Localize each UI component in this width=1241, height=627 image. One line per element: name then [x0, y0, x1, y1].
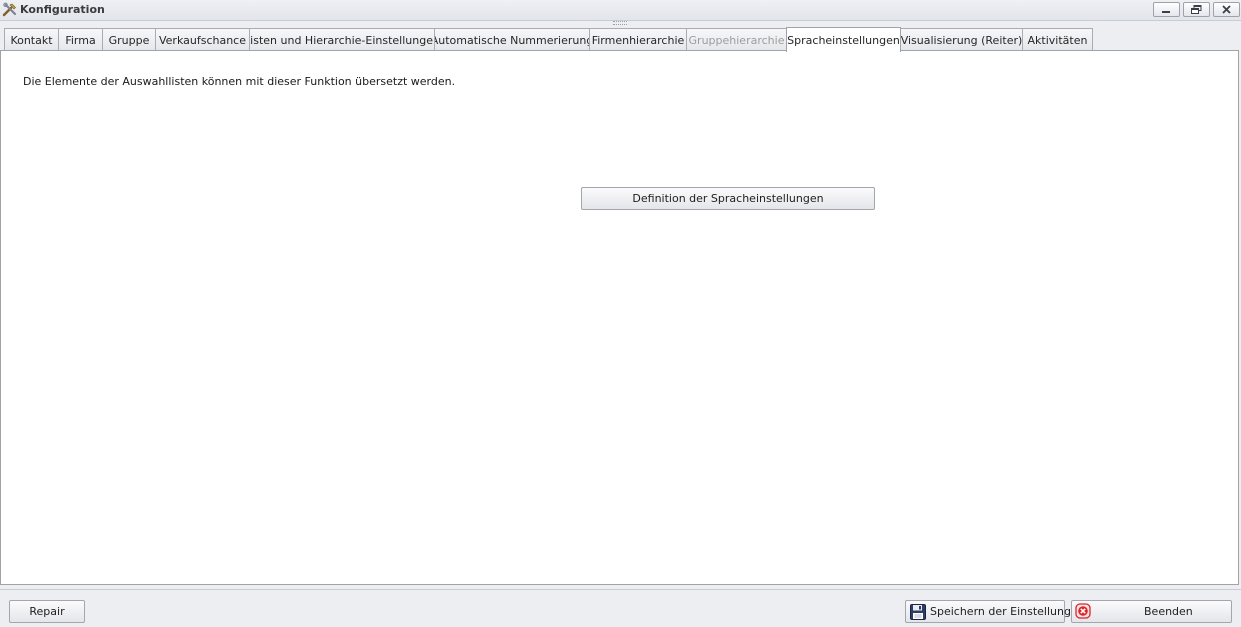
minimize-button[interactable] [1153, 2, 1180, 17]
tools-icon [2, 2, 18, 18]
tab-label: Firma [65, 33, 96, 47]
tab-label: Firmenhierarchie [591, 33, 685, 47]
tab-strip: Kontakt Firma Gruppe Verkaufschance List… [0, 27, 1241, 52]
tab-label: Gruppe [108, 33, 150, 47]
tab-label: Listen und Hierarchie-Einstellungen [249, 33, 435, 47]
tab-label: Verkaufschance [158, 33, 246, 47]
tab-label: Gruppehierarchie [688, 33, 785, 47]
repair-button[interactable]: Repair [9, 600, 85, 623]
minimize-icon [1162, 11, 1170, 13]
tab-label: Automatische Nummerierung [434, 33, 590, 47]
configuration-window: Konfiguration Kontakt Firma Gruppe Verka… [0, 0, 1241, 627]
panel-grip-handle[interactable] [613, 21, 627, 25]
tab-firmenhierarchie[interactable]: Firmenhierarchie [589, 28, 687, 51]
footer-bar: Repair Speichern der Einstellungen Beend… [0, 589, 1241, 627]
tab-verkaufschance[interactable]: Verkaufschance [155, 28, 250, 51]
tab-spracheinstellungen[interactable]: Spracheinstellungen [786, 27, 901, 52]
title-bar[interactable]: Konfiguration [0, 0, 1241, 21]
close-circle-icon [1075, 602, 1093, 621]
save-button-label: Speichern der Einstellungen [930, 605, 1085, 618]
define-button-label: Definition der Spracheinstellungen [632, 192, 824, 205]
exit-button-label: Beenden [1144, 605, 1193, 618]
tab-aktivitaeten[interactable]: Aktivitäten [1022, 28, 1093, 51]
tab-gruppehierarchie: Gruppehierarchie [686, 28, 787, 51]
close-icon [1222, 5, 1231, 14]
tab-label: Spracheinstellungen [787, 33, 900, 47]
tab-label: Visualisierung (Reiter) [900, 33, 1023, 47]
tab-firma[interactable]: Firma [58, 28, 103, 51]
panel-description: Die Elemente der Auswahllisten können mi… [23, 75, 456, 88]
tab-label: Aktivitäten [1027, 33, 1088, 47]
define-language-settings-button[interactable]: Definition der Spracheinstellungen [581, 187, 875, 210]
tab-kontakt[interactable]: Kontakt [4, 28, 59, 51]
window-title: Konfiguration [20, 3, 105, 16]
tab-listen-hierarchie[interactable]: Listen und Hierarchie-Einstellungen [249, 28, 435, 51]
exit-button[interactable]: Beenden [1071, 600, 1232, 623]
close-button[interactable] [1213, 2, 1240, 17]
tab-gruppe[interactable]: Gruppe [102, 28, 156, 51]
restore-button[interactable] [1183, 2, 1210, 17]
restore-icon [1191, 5, 1202, 14]
tab-automatische-nummerierung[interactable]: Automatische Nummerierung [434, 28, 590, 51]
tab-visualisierung[interactable]: Visualisierung (Reiter) [900, 28, 1023, 51]
repair-button-label: Repair [29, 605, 65, 618]
save-settings-button[interactable]: Speichern der Einstellungen [905, 600, 1085, 623]
language-settings-panel: Die Elemente der Auswahllisten können mi… [0, 50, 1239, 585]
floppy-disk-icon [909, 603, 927, 621]
tab-label: Kontakt [10, 33, 53, 47]
